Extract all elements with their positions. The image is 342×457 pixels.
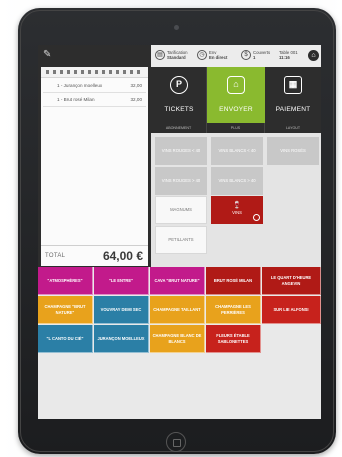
perforation-mark (53, 70, 56, 74)
category-button[interactable]: VINS BLANCS < 40 (211, 137, 263, 165)
product-button[interactable]: CHAMPAGNE TAILLANT (150, 296, 205, 324)
send-icon: ⌂ (227, 76, 245, 94)
covers-selector[interactable]: $ Couverts 1 (241, 48, 277, 64)
product-button[interactable]: CAVA "BRUT NATURE" (150, 267, 205, 295)
perforation-mark (123, 70, 126, 74)
category-grid: VINS ROUGES < 40 VINS BLANCS < 40 VINS R… (151, 133, 321, 267)
category-label: VINS (232, 210, 242, 215)
perforation-mark (130, 70, 133, 74)
perforation-mark (81, 70, 84, 74)
item-price: 32,00 (130, 97, 143, 102)
tarification-text: Tarification Standard (167, 50, 188, 60)
covers-label: Couverts (253, 50, 271, 55)
product-grid: "ATMOSPHÈRES" "LE ENTRE" CAVA "BRUT NATU… (38, 267, 321, 419)
receipt-perforation (41, 67, 148, 78)
total-value: 64,00 € (102, 249, 143, 263)
pos-screen: ✎ 1 - Jurançon moelleux 32,00 1 - Brut r… (38, 45, 321, 419)
paiement-button[interactable]: ▦ PAIEMENT (265, 67, 321, 123)
perforation-mark (102, 70, 105, 74)
product-button[interactable]: CHAMPAGNE LES PERRIÈRES (206, 296, 261, 324)
item-price: 32,00 (130, 83, 143, 88)
perforation-mark (60, 70, 63, 74)
perforation-mark (137, 70, 140, 74)
product-button[interactable]: "L CANTO DU CIÉ" (38, 325, 93, 353)
category-button[interactable]: MAGNUMS (155, 196, 207, 224)
receipt-line-item[interactable]: 1 - Jurançon moelleux 32,00 (43, 80, 146, 91)
wine-glass-icon: 🍷 (232, 202, 242, 209)
tarification-value: Standard (167, 55, 186, 60)
product-button[interactable]: JURANÇON MOELLEUX (94, 325, 149, 353)
perforation-mark (46, 70, 49, 74)
edit-icon[interactable]: ✎ (43, 50, 53, 60)
tickets-button[interactable]: P TICKETS (151, 67, 207, 123)
perforation-mark (67, 70, 70, 74)
total-row: TOTAL 64,00 € (41, 245, 148, 266)
item-name: 1 - Jurançon moelleux (57, 83, 103, 88)
product-button[interactable]: VOUVRAY DEMI SEC (94, 296, 149, 324)
tab-layout[interactable]: LAYOUT (265, 123, 321, 133)
table-info: Table 001 11:16 (275, 48, 305, 64)
receipt-paper: 1 - Jurançon moelleux 32,00 1 - Brut ros… (41, 67, 148, 265)
receipt-header: ✎ (38, 45, 151, 65)
product-button[interactable]: CHAMPAGNE BLANC DE BLANCS (150, 325, 205, 353)
envoyer-button[interactable]: ⌂ ENVOYER (207, 67, 265, 123)
tab-abonnement[interactable]: ABONNEMENT (151, 123, 207, 133)
top-status-bar: ▤ Tarification Standard ◷ Env En direct $ … (151, 45, 321, 68)
category-button[interactable]: PETILLANTS (155, 226, 207, 254)
product-button[interactable]: LE QUART D'HEURE ANGEVIN (262, 267, 321, 295)
category-button[interactable]: VINS BLANCS > 40 (211, 167, 263, 195)
home-icon[interactable]: ⌂ (308, 50, 319, 61)
product-button[interactable]: SUR LIE ALFONSI (262, 296, 321, 324)
divider (43, 106, 146, 107)
paiement-label: PAIEMENT (275, 106, 311, 113)
table-value: 11:16 (279, 55, 290, 60)
perforation-mark (109, 70, 112, 74)
product-button[interactable]: BRUT ROSÉ MILAN (206, 267, 261, 295)
tag-icon: ▤ (155, 50, 165, 60)
home-button-icon[interactable] (166, 432, 186, 452)
service-text: Env En direct (209, 50, 227, 60)
product-button[interactable]: FLEURS ÉTABLE SABLONETTES (206, 325, 261, 353)
camera-icon (174, 25, 179, 30)
covers-value: 1 (253, 55, 256, 60)
service-selector[interactable]: ◷ Env En direct (197, 48, 237, 64)
perforation-mark (116, 70, 119, 74)
product-button[interactable]: "LE ENTRE" (94, 267, 149, 295)
envoyer-label: ENVOYER (219, 106, 253, 113)
receipt-panel: ✎ 1 - Jurançon moelleux 32,00 1 - Brut r… (38, 45, 151, 267)
product-button[interactable]: "ATMOSPHÈRES" (38, 267, 93, 295)
divider (43, 92, 146, 93)
covers-text: Couverts 1 (253, 50, 270, 60)
clock-icon: ◷ (197, 50, 207, 60)
dollar-icon: $ (241, 50, 251, 60)
table-text: Table 001 11:16 (279, 50, 298, 60)
receipt-icon: P (170, 76, 188, 94)
tab-plus[interactable]: PLUS (207, 123, 265, 133)
category-button[interactable]: VINS ROUGES < 40 (155, 137, 207, 165)
calculator-icon: ▦ (284, 76, 302, 94)
sub-tabs: ABONNEMENT PLUS LAYOUT (151, 123, 321, 133)
category-button[interactable]: VINS ROUGES > 40 (155, 167, 207, 195)
tarification-selector[interactable]: ▤ Tarification Standard (155, 48, 195, 64)
tickets-label: TICKETS (164, 106, 194, 113)
product-button[interactable]: CHAMPAGNE "BRUT NATURE" (38, 296, 93, 324)
perforation-mark (95, 70, 98, 74)
category-button-selected[interactable]: 🍷 VINS (211, 196, 263, 224)
check-icon (253, 214, 260, 221)
perforation-mark (74, 70, 77, 74)
category-button[interactable]: VINS ROSÉS (267, 137, 319, 165)
perforation-mark (88, 70, 91, 74)
service-value: En direct (209, 55, 228, 60)
receipt-line-item[interactable]: 1 - Brut rosé Milan 32,00 (43, 94, 146, 105)
total-label: TOTAL (45, 253, 66, 259)
item-name: 1 - Brut rosé Milan (57, 97, 95, 102)
